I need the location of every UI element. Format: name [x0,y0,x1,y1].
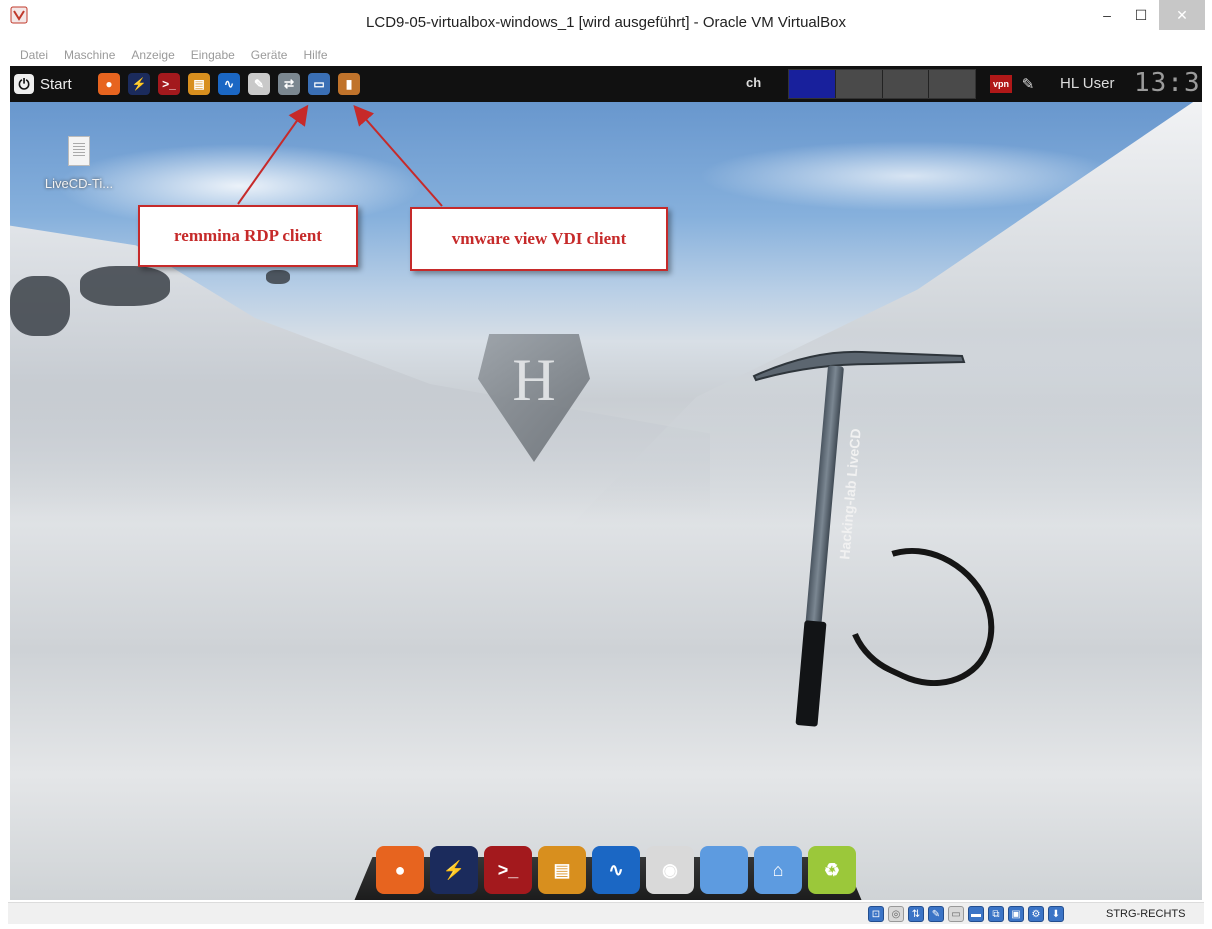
clock: 13:32 [1134,68,1202,98]
display-icon[interactable]: ▭ [948,906,964,922]
keyboard-layout-indicator[interactable]: ch [746,75,761,90]
power-icon: ⏻ [14,74,34,94]
monitor-icon[interactable]: ▬ [968,906,984,922]
shared-folder-icon[interactable]: ✎ [928,906,944,922]
shield-logo-letter: H [512,347,556,413]
wireshark-icon[interactable]: ∿ [218,73,240,95]
menu-eingabe[interactable]: Eingabe [191,48,235,62]
network-tool-icon[interactable]: ✎ [1018,74,1038,94]
dock-wireshark-icon[interactable]: ∿ [592,846,640,894]
start-button[interactable]: ⏻ Start [14,71,72,97]
menu-anzeige[interactable]: Anzeige [131,48,174,62]
vmware-view-icon[interactable]: ▭ [308,73,330,95]
annotation-vmware: vmware view VDI client [410,207,668,271]
minimize-button[interactable]: – [1090,0,1124,30]
desktop-file-label: LiveCD-Ti... [44,176,114,191]
ice-axe-head [752,350,966,382]
maximize-button[interactable]: ☐ [1124,0,1158,30]
close-button[interactable]: ✕ [1159,0,1205,30]
window-title: LCD9-05-virtualbox-windows_1 [wird ausge… [366,14,846,31]
mouse-integration-icon[interactable]: ⬇ [1048,906,1064,922]
zap-icon[interactable]: ⚡ [128,73,150,95]
wallpaper-rock [266,270,290,284]
books-icon[interactable]: ▮ [338,73,360,95]
optical-drive-icon[interactable]: ◎ [888,906,904,922]
workspace-switcher [788,69,976,99]
terminal-icon[interactable]: >_ [158,73,180,95]
remmina-icon[interactable]: ⇄ [278,73,300,95]
wallpaper-rock [10,276,70,336]
window-titlebar: LCD9-05-virtualbox-windows_1 [wird ausge… [0,0,1212,44]
menu-hilfe[interactable]: Hilfe [303,48,327,62]
dock-firefox-icon[interactable]: ● [376,846,424,894]
menu-geraete[interactable]: Geräte [251,48,288,62]
firefox-icon[interactable]: ● [98,73,120,95]
dock-terminal-icon[interactable]: >_ [484,846,532,894]
dock-items: ● ⚡ >_ ▤ ∿ ◉ ⌂ ♻ [376,834,856,894]
dock-camera-icon[interactable]: ◉ [646,846,694,894]
desktop-file-icon[interactable]: LiveCD-Ti... [36,136,122,191]
workspace-2[interactable] [835,70,883,98]
video-capture-icon[interactable]: ▣ [1008,906,1024,922]
dock-file-cabinet-icon[interactable]: ▤ [538,846,586,894]
network-icon[interactable]: ⧉ [988,906,1004,922]
workspace-4[interactable] [929,70,975,98]
usb-icon[interactable]: ⇅ [908,906,924,922]
text-editor-icon[interactable]: ✎ [248,73,270,95]
guest-screen[interactable]: ⏻ Start ● ⚡ >_ ▤ ∿ ✎ ⇄ ▭ ▮ ch vpn ✎ HL U… [10,66,1202,900]
menu-bar: Datei Maschine Anzeige Eingabe Geräte Hi… [8,44,1204,66]
workspace-3[interactable] [882,70,930,98]
wallpaper-rock [80,266,170,306]
status-bar: ⊡ ◎ ⇅ ✎ ▭ ▬ ⧉ ▣ ⚙ ⬇ STRG-RECHTS [8,902,1204,924]
dock-zap-icon[interactable]: ⚡ [430,846,478,894]
dock-trash-icon[interactable]: ♻ [808,846,856,894]
start-label: Start [40,75,72,93]
dock-home-folder-icon[interactable]: ⌂ [754,846,802,894]
host-key-label: STRG-RECHTS [1106,908,1186,920]
file-cabinet-icon[interactable]: ▤ [188,73,210,95]
status-icons: ⊡ ◎ ⇅ ✎ ▭ ▬ ⧉ ▣ ⚙ ⬇ [868,906,1064,922]
top-panel: ⏻ Start ● ⚡ >_ ▤ ∿ ✎ ⇄ ▭ ▮ ch vpn ✎ HL U… [10,66,1202,102]
document-icon [68,136,90,166]
menu-datei[interactable]: Datei [20,48,48,62]
user-menu[interactable]: HL User [1060,75,1114,92]
menu-maschine[interactable]: Maschine [64,48,115,62]
dock-folder-icon[interactable] [700,846,748,894]
hard-disk-icon[interactable]: ⊡ [868,906,884,922]
cpu-icon[interactable]: ⚙ [1028,906,1044,922]
workspace-1[interactable] [789,70,836,98]
vpn-icon[interactable]: vpn [990,75,1012,93]
annotation-remmina: remmina RDP client [138,205,358,267]
